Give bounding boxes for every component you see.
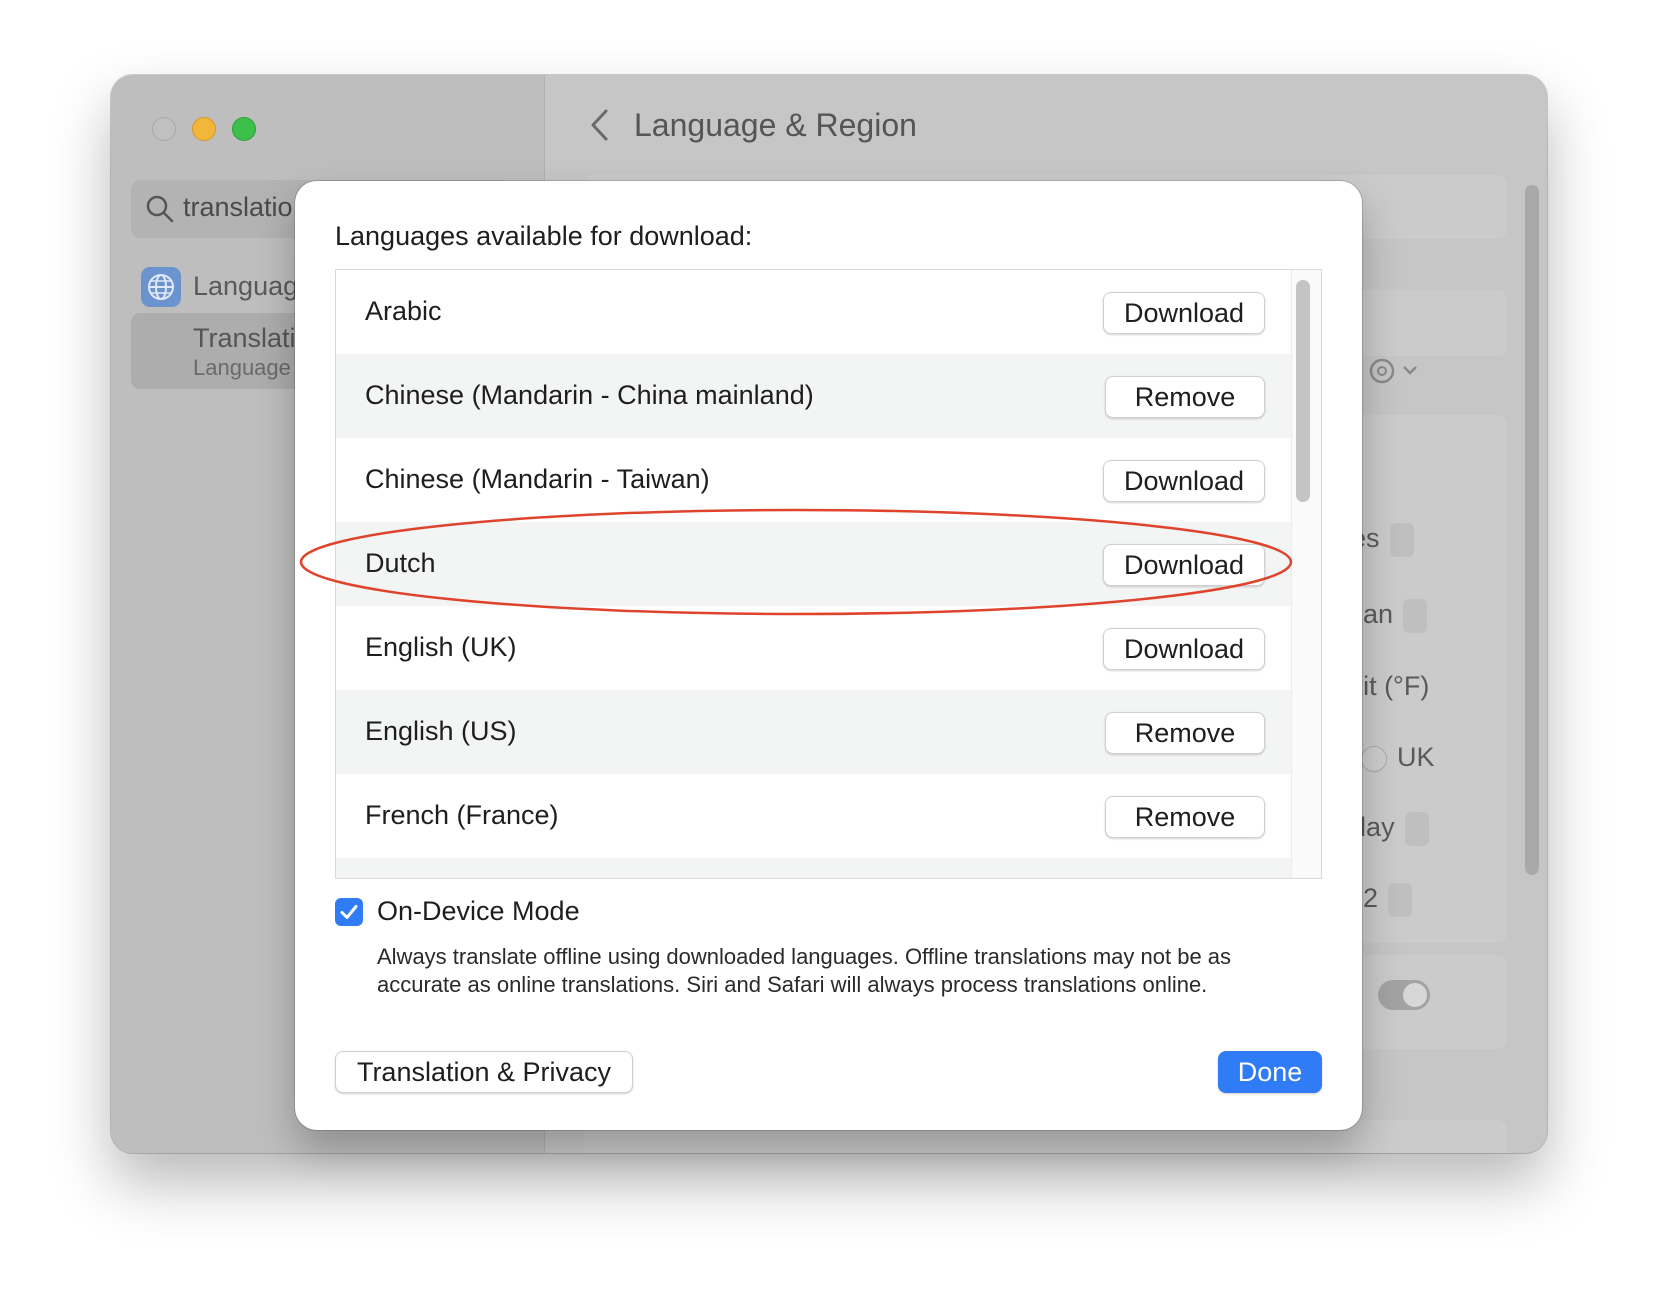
on-device-mode-description: Always translate offline using downloade… (377, 944, 1232, 997)
done-button[interactable]: Done (1218, 1051, 1322, 1093)
window-scrollbar[interactable] (1525, 185, 1539, 875)
on-device-mode-checkbox[interactable] (335, 898, 363, 926)
radio-uk[interactable] (1361, 745, 1388, 772)
checkmark-icon (340, 905, 358, 919)
language-name: Chinese (Mandarin - China mainland) (365, 380, 814, 410)
gear-menu-icon[interactable] (1362, 353, 1426, 389)
stepper-icon (1403, 599, 1428, 633)
language-name: Chinese (Mandarin - Taiwan) (365, 464, 710, 494)
sidebar-item-label: Translati (193, 323, 296, 353)
sidebar-item-label: Languag (193, 271, 299, 301)
minimize-window-button[interactable] (192, 117, 216, 141)
list-scrollbar[interactable] (1296, 280, 1310, 502)
remove-button[interactable]: Remove (1105, 712, 1265, 754)
close-window-button[interactable] (152, 117, 176, 141)
language-name: English (UK) (365, 632, 517, 662)
stepper-icon (1404, 812, 1429, 846)
list-item: Arabic Download (336, 270, 1293, 354)
search-input-value: translatio (183, 192, 293, 222)
stepper-icon (1389, 523, 1414, 557)
globe-icon (141, 267, 181, 307)
language-name: English (US) (365, 716, 517, 746)
language-name: French (France) (365, 800, 559, 830)
page-title: Language & Region (634, 107, 917, 143)
remove-button[interactable]: Remove (1105, 376, 1265, 418)
stepper-icon (1388, 883, 1413, 917)
download-button[interactable]: Download (1103, 628, 1265, 670)
zoom-window-button[interactable] (232, 117, 256, 141)
search-icon (146, 195, 174, 223)
download-button[interactable]: Download (1103, 292, 1265, 334)
languages-dialog: Languages available for download: Arabic… (295, 181, 1362, 1130)
list-item: English (US) Remove (336, 690, 1293, 774)
back-chevron-icon[interactable] (584, 105, 614, 145)
highlight-ellipse (299, 508, 1293, 616)
list-item: Chinese (Mandarin - China mainland) Remo… (336, 354, 1293, 438)
language-name: Arabic (365, 296, 442, 326)
list-item: English (UK) Download (336, 606, 1293, 690)
remove-button[interactable]: Remove (1105, 796, 1265, 838)
download-button[interactable]: Download (1103, 460, 1265, 502)
list-item: French (France) Remove (336, 774, 1293, 858)
on-device-mode-label: On-Device Mode (377, 896, 580, 926)
background-toggle[interactable] (1378, 980, 1430, 1010)
sidebar-item-sublabel: Language (193, 355, 291, 380)
dialog-title: Languages available for download: (335, 221, 753, 251)
list-item (336, 858, 1293, 878)
translation-privacy-button[interactable]: Translation & Privacy (335, 1051, 633, 1093)
